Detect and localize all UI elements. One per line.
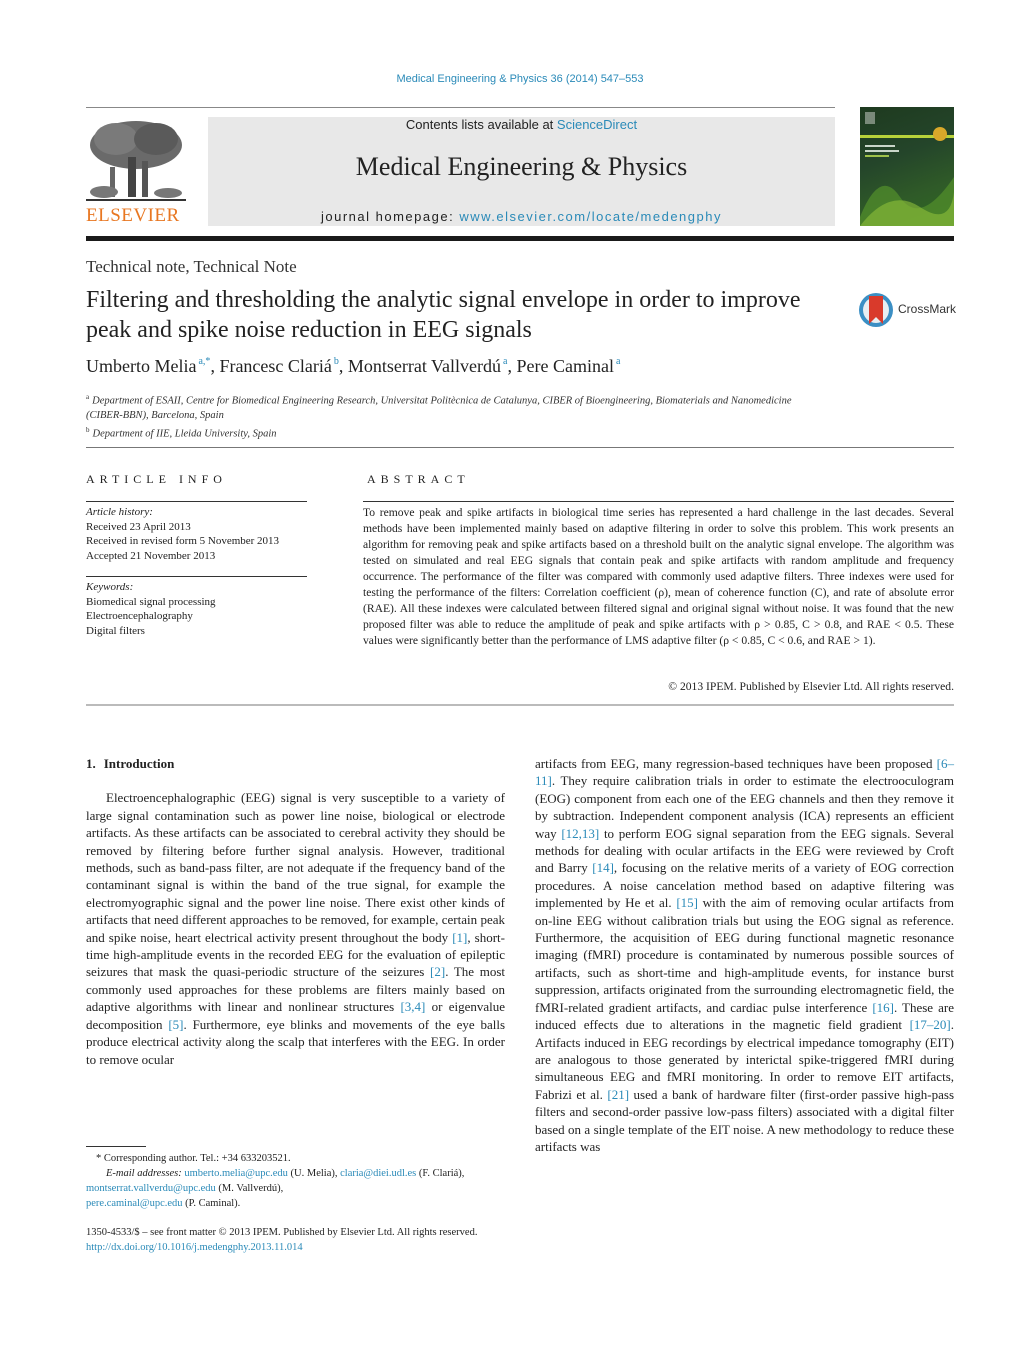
- citation-link[interactable]: [15]: [676, 895, 698, 910]
- cover-art-icon: [860, 112, 954, 226]
- abstract-copyright: © 2013 IPEM. Published by Elsevier Ltd. …: [668, 680, 954, 693]
- citation-link[interactable]: [17–20]: [910, 1017, 951, 1032]
- author-list: Umberto Melia a,*, Francesc Clariá b, Mont…: [86, 356, 621, 376]
- front-matter-note: 1350-4533/$ – see front matter © 2013 IP…: [86, 1227, 478, 1238]
- affiliation-divider: [86, 447, 954, 448]
- elsevier-wordmark: ELSEVIER: [86, 205, 180, 226]
- body-paragraph: artifacts from EEG, many regression-base…: [535, 756, 954, 1154]
- journal-masthead: Contents lists available at ScienceDirec…: [208, 117, 835, 226]
- history-item: Accepted 21 November 2013: [86, 549, 216, 562]
- citation-link[interactable]: [6–11]: [535, 756, 954, 788]
- email-link[interactable]: pere.caminal@upc.edu: [86, 1198, 183, 1209]
- author-affiliation-marker[interactable]: a,*: [198, 356, 210, 367]
- front-matter: 1350-4533/$ – see front matter © 2013 IP…: [86, 1225, 586, 1255]
- keyword: Electroencephalography: [86, 610, 193, 622]
- abstract-end-divider: [86, 704, 954, 706]
- history-label: Article history:: [86, 506, 153, 518]
- elsevier-logo[interactable]: ELSEVIER: [86, 117, 186, 227]
- author[interactable]: Francesc Clariá b: [219, 356, 338, 376]
- journal-name: Medical Engineering & Physics: [355, 152, 688, 181]
- footnotes: * Corresponding author. Tel.: +34 633203…: [86, 1151, 505, 1211]
- journal-homepage-link[interactable]: www.elsevier.com/locate/medengphy: [459, 209, 722, 224]
- keyword: Digital filters: [86, 624, 145, 637]
- contents-prefix: Contents lists available at: [405, 117, 557, 132]
- footnote-divider: [86, 1146, 146, 1147]
- article-title: Filtering and thresholding the analytic …: [86, 287, 801, 343]
- affiliations: a Department of ESAII, Centre for Biomedi…: [86, 390, 826, 441]
- author-name: Montserrat Vallverdú: [347, 356, 502, 376]
- keyword: Biomedical signal processing: [86, 595, 216, 608]
- author-affiliation-marker[interactable]: a: [503, 356, 507, 367]
- citation-link[interactable]: [2]: [430, 964, 445, 979]
- body-paragraph: Electroencephalographic (EEG) signal is …: [86, 790, 506, 1067]
- abstract-divider: [363, 501, 954, 502]
- email-link[interactable]: umberto.melia@upc.edu: [184, 1168, 288, 1179]
- article-history: Article history: Received 23 April 2013 …: [86, 505, 279, 563]
- journal-citation[interactable]: Medical Engineering & Physics 36 (2014) …: [0, 73, 1020, 85]
- body-column-left: 1. Introduction Electroencephalographic (…: [86, 755, 505, 1068]
- affiliation-label: a: [86, 393, 90, 401]
- homepage-line: journal homepage: www.elsevier.com/locat…: [208, 209, 835, 224]
- author[interactable]: Montserrat Vallverdú a: [348, 356, 508, 376]
- history-item: Received 23 April 2013: [86, 520, 191, 533]
- corresponding-author-note: * Corresponding author. Tel.: +34 633203…: [96, 1153, 291, 1164]
- section-heading: 1. Introduction: [86, 755, 505, 772]
- crossmark-button[interactable]: CrossMark: [858, 290, 958, 330]
- email-link[interactable]: claria@diei.udl.es: [340, 1168, 416, 1179]
- author-name: Umberto Melia: [86, 356, 197, 376]
- article-info-divider: [86, 501, 307, 502]
- history-item: Received in revised form 5 November 2013: [86, 535, 280, 547]
- email-owner: (M. Vallverdú),: [218, 1183, 284, 1194]
- author-name: Francesc Clariá: [219, 356, 332, 376]
- email-link[interactable]: montserrat.vallverdu@upc.edu: [86, 1183, 216, 1194]
- affiliation-text: Department of IIE, Lleida University, Sp…: [92, 428, 277, 439]
- affiliation-text: Department of ESAII, Centre for Biomedic…: [86, 395, 792, 421]
- citation-link[interactable]: [14]: [592, 860, 614, 875]
- article-type: Technical note, Technical Note: [86, 257, 297, 276]
- email-addresses: E-mail addresses: umberto.melia@upc.edu …: [86, 1166, 505, 1211]
- body-column-right: artifacts from EEG, many regression-base…: [535, 755, 954, 1155]
- article-info-heading: ARTICLE INFO: [86, 472, 227, 486]
- author[interactable]: Umberto Melia a,*: [86, 356, 210, 376]
- section-title: Introduction: [103, 756, 175, 771]
- crossmark-label: CrossMark: [898, 302, 957, 316]
- keywords-divider: [86, 576, 307, 577]
- email-owner: (U. Melia),: [290, 1168, 338, 1179]
- email-owner: (F. Clariá),: [418, 1168, 465, 1179]
- journal-cover-image[interactable]: [860, 107, 954, 226]
- affiliation-label: b: [86, 425, 90, 434]
- author-name: Pere Caminal: [516, 356, 614, 376]
- author-affiliation-marker[interactable]: b: [334, 356, 339, 367]
- abstract-text: To remove peak and spike artifacts in bi…: [363, 506, 954, 647]
- doi-link[interactable]: http://dx.doi.org/10.1016/j.medengphy.20…: [86, 1242, 303, 1253]
- email-label: E-mail addresses:: [106, 1168, 182, 1179]
- homepage-prefix: journal homepage:: [321, 209, 460, 224]
- affiliation: a Department of ESAII, Centre for Biomedi…: [86, 390, 826, 423]
- citation-link[interactable]: [3,4]: [400, 999, 425, 1014]
- citation-link[interactable]: [21]: [607, 1087, 629, 1102]
- elsevier-tree-icon: [86, 117, 186, 207]
- email-owner: (P. Caminal).: [185, 1198, 241, 1209]
- author[interactable]: Pere Caminal a: [516, 356, 620, 376]
- header-thick-divider: [86, 236, 954, 241]
- abstract-heading: ABSTRACT: [367, 472, 470, 486]
- affiliation: b Department of IIE, Lleida University, S…: [86, 423, 826, 442]
- citation-link[interactable]: [16]: [872, 1000, 894, 1015]
- author-affiliation-marker[interactable]: a: [616, 356, 620, 367]
- keywords: Keywords: Biomedical signal processing E…: [86, 580, 216, 638]
- sciencedirect-link[interactable]: ScienceDirect: [557, 117, 637, 132]
- top-divider: [86, 107, 835, 108]
- citation-link[interactable]: [5]: [168, 1017, 183, 1032]
- section-number: 1.: [86, 756, 96, 771]
- citation-link[interactable]: [1]: [452, 930, 467, 945]
- contents-line: Contents lists available at ScienceDirec…: [208, 117, 835, 132]
- citation-link[interactable]: [12,13]: [561, 826, 599, 841]
- keywords-label: Keywords:: [86, 581, 134, 593]
